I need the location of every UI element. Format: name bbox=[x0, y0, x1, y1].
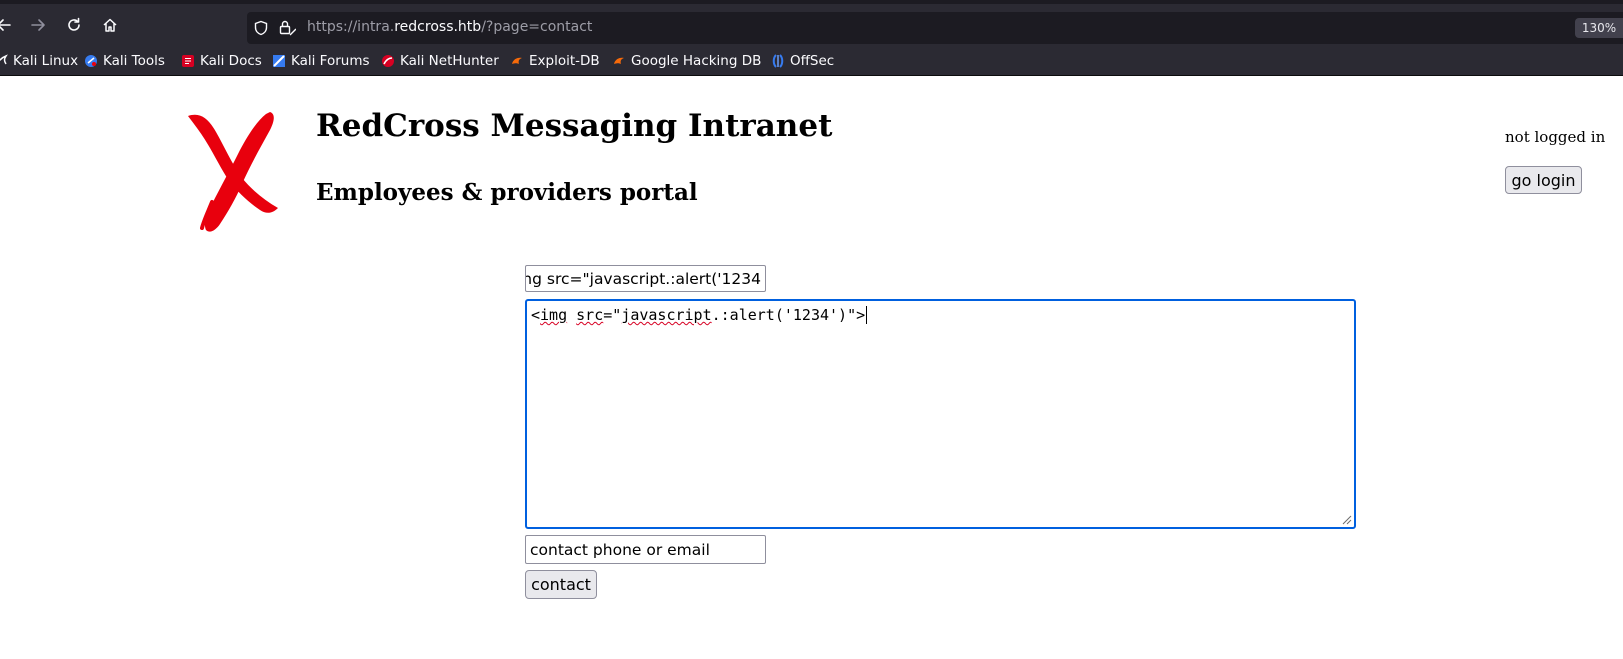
bookmark-label: Google Hacking DB bbox=[631, 53, 762, 69]
bookmark-label: Kali Linux bbox=[13, 53, 79, 69]
home-icon bbox=[103, 18, 117, 32]
reload-icon bbox=[68, 17, 80, 31]
bookmark-kali-nethunter[interactable]: Kali NetHunter bbox=[381, 50, 499, 72]
bookmark-label: Exploit-DB bbox=[529, 53, 600, 69]
login-status: not logged in bbox=[1505, 128, 1606, 146]
message-part: =" bbox=[603, 306, 622, 324]
url-bar[interactable]: https://intra.redcross.htb/?page=contact… bbox=[247, 12, 1623, 44]
reload-button[interactable] bbox=[60, 12, 88, 38]
page-title: RedCross Messaging Intranet bbox=[316, 108, 833, 144]
kali-docs-icon bbox=[181, 54, 195, 68]
spellcheck-word: javascript bbox=[621, 306, 712, 324]
kali-dragon-icon bbox=[0, 54, 8, 68]
go-login-button[interactable]: go login bbox=[1505, 166, 1582, 194]
bookmark-label: Kali Forums bbox=[291, 53, 370, 69]
bookmarks-bar: Kali Linux Kali Tools Kali Docs Kali For… bbox=[0, 46, 1623, 76]
lock-warning-icon[interactable] bbox=[277, 18, 297, 38]
bookmark-label: Kali NetHunter bbox=[400, 53, 499, 69]
spellcheck-word: src bbox=[576, 306, 604, 324]
message-textarea[interactable]: <img src="javascript.:alert('1234')"> bbox=[525, 299, 1356, 529]
text-caret bbox=[866, 306, 868, 324]
bookmark-kali-linux[interactable]: Kali Linux bbox=[0, 50, 78, 72]
browser-toolbar: https://intra.redcross.htb/?page=contact… bbox=[0, 0, 1623, 46]
message-part: .:alert('1234')"> bbox=[711, 306, 866, 324]
home-button[interactable] bbox=[96, 12, 124, 38]
subject-input[interactable]: ng src="javascript.:alert('1234 bbox=[525, 265, 766, 292]
subject-input-value: ng src="javascript.:alert('1234 bbox=[525, 269, 761, 288]
url-host: redcross.htb bbox=[394, 19, 482, 35]
forward-button[interactable] bbox=[24, 12, 52, 38]
bookmark-label: Kali Docs bbox=[200, 53, 262, 69]
bookmark-kali-docs[interactable]: Kali Docs bbox=[181, 50, 262, 72]
arrow-right-icon bbox=[31, 19, 45, 31]
message-text: <img src="javascript.:alert('1234')"> bbox=[531, 306, 865, 324]
exploit-db-icon bbox=[510, 54, 524, 68]
spellcheck-word: img bbox=[540, 306, 568, 324]
offsec-icon bbox=[771, 54, 785, 68]
message-part bbox=[567, 306, 576, 324]
bookmark-kali-tools[interactable]: Kali Tools bbox=[84, 50, 165, 72]
url-prefix: https://intra. bbox=[307, 19, 395, 35]
contact-input-placeholder: contact phone or email bbox=[530, 540, 710, 559]
kali-nethunter-icon bbox=[381, 54, 395, 68]
bookmark-label: Kali Tools bbox=[103, 53, 165, 69]
bookmark-kali-forums[interactable]: Kali Forums bbox=[272, 50, 370, 72]
message-part: < bbox=[531, 306, 541, 324]
page-subtitle: Employees & providers portal bbox=[316, 179, 698, 206]
kali-forums-icon bbox=[272, 54, 286, 68]
bookmark-label: OffSec bbox=[790, 53, 835, 69]
bookmark-exploit-db[interactable]: Exploit-DB bbox=[510, 50, 600, 72]
ghdb-icon bbox=[612, 54, 626, 68]
contact-submit-button[interactable]: contact bbox=[525, 570, 597, 599]
url-text[interactable]: https://intra.redcross.htb/?page=contact bbox=[307, 19, 592, 35]
url-path: /?page=contact bbox=[481, 19, 593, 35]
shield-icon[interactable] bbox=[251, 18, 271, 38]
red-cross-x-logo-icon bbox=[188, 112, 278, 232]
arrow-left-icon bbox=[0, 19, 11, 31]
page-content: RedCross Messaging Intranet Employees & … bbox=[0, 76, 1623, 659]
bookmark-google-hacking-db[interactable]: Google Hacking DB bbox=[612, 50, 761, 72]
contact-input[interactable]: contact phone or email bbox=[525, 535, 766, 564]
bookmark-offsec[interactable]: OffSec bbox=[771, 50, 834, 72]
resize-grip-icon[interactable] bbox=[1340, 513, 1352, 525]
zoom-badge[interactable]: 130% bbox=[1575, 18, 1623, 38]
back-button[interactable] bbox=[0, 12, 18, 38]
kali-tools-icon bbox=[84, 54, 98, 68]
